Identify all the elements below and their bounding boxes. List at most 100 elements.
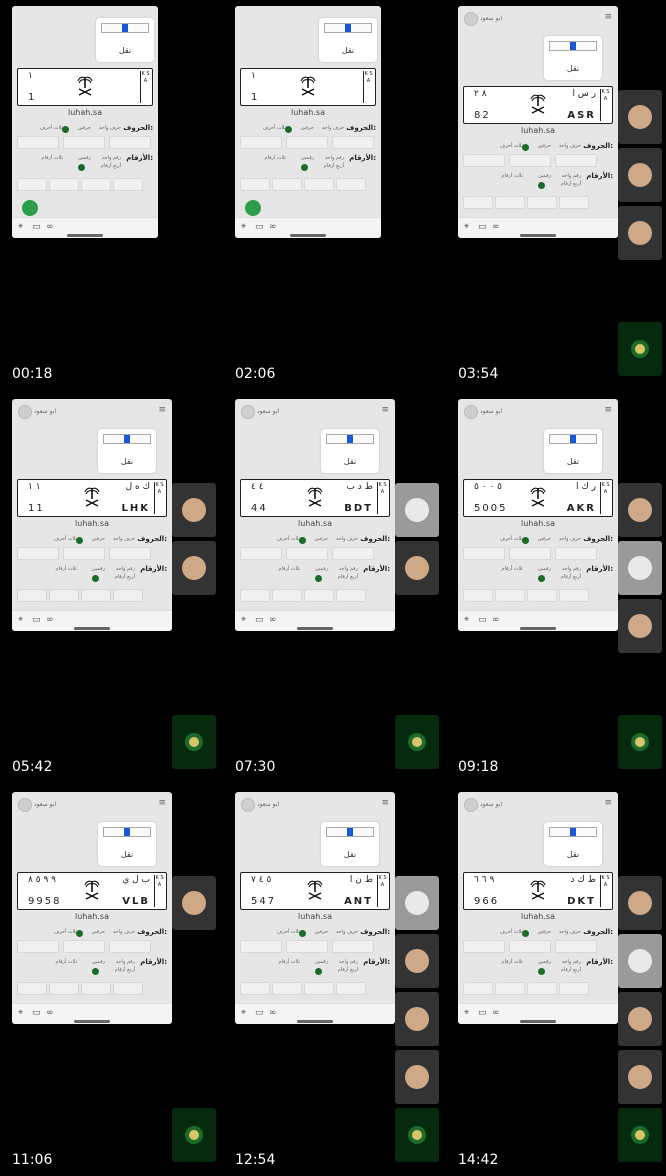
number-input[interactable] [240, 178, 270, 191]
site-link[interactable]: luhah.sa [12, 108, 158, 117]
option-four-numbers[interactable]: أربع أرقام [338, 574, 358, 580]
number-input[interactable] [272, 589, 302, 602]
participant-video[interactable] [395, 992, 439, 1046]
letter-input[interactable] [17, 136, 59, 149]
option-two-letters[interactable]: حرفين [77, 125, 91, 131]
option-three-letters[interactable]: ثلاث أحرف [54, 536, 77, 542]
letter-input[interactable] [109, 940, 151, 953]
option-two-letters[interactable]: حرفين [300, 125, 314, 131]
letter-input[interactable] [463, 154, 505, 167]
participant-video[interactable] [172, 483, 216, 537]
number-input[interactable] [240, 982, 270, 995]
participant-video[interactable] [172, 876, 216, 930]
link-icon[interactable]: ∞ [46, 615, 54, 625]
link-icon[interactable]: ∞ [492, 1008, 500, 1018]
number-input[interactable] [463, 589, 493, 602]
participant-video[interactable] [395, 483, 439, 537]
transfer-card[interactable]: نقل [544, 36, 602, 80]
number-input[interactable] [527, 982, 557, 995]
link-icon[interactable]: ∞ [492, 615, 500, 625]
option-two-letters[interactable]: حرفين [314, 536, 328, 542]
participant-video[interactable] [618, 876, 662, 930]
option-one-number[interactable]: رقم واحد [102, 155, 121, 161]
participant-video[interactable] [395, 876, 439, 930]
option-one-number[interactable]: رقم واحد [325, 155, 344, 161]
letter-input[interactable] [240, 136, 282, 149]
letter-input[interactable] [286, 547, 328, 560]
transfer-card[interactable]: نقل [544, 429, 602, 473]
option-one-letter[interactable]: حرف واحد [559, 929, 581, 935]
user-avatar[interactable] [464, 12, 478, 26]
number-input[interactable] [17, 178, 47, 191]
option-three-letters[interactable]: ثلاث أحرف [277, 536, 300, 542]
user-name[interactable]: ابو سعود [480, 408, 502, 415]
option-three-numbers[interactable]: ثلاث أرقام [279, 566, 300, 572]
letter-input[interactable] [463, 940, 505, 953]
number-input[interactable] [272, 982, 302, 995]
site-link[interactable]: luhah.sa [235, 108, 381, 117]
user-avatar[interactable] [18, 798, 32, 812]
option-one-number[interactable]: رقم واحد [562, 566, 581, 572]
option-one-number[interactable]: رقم واحد [562, 959, 581, 965]
location-icon[interactable]: ⌖ [464, 615, 469, 625]
card-icon[interactable]: ▭ [478, 615, 487, 625]
site-link[interactable]: luhah.sa [458, 519, 618, 528]
link-icon[interactable]: ∞ [269, 615, 277, 625]
participant-video[interactable] [618, 206, 662, 260]
option-three-letters[interactable]: ثلاث أحرف [277, 929, 300, 935]
option-two-numbers[interactable]: رقمين [315, 566, 328, 572]
option-one-letter[interactable]: حرف واحد [559, 143, 581, 149]
site-link[interactable]: luhah.sa [458, 912, 618, 921]
option-one-number[interactable]: رقم واحد [562, 173, 581, 179]
option-two-numbers[interactable]: رقمين [538, 173, 551, 179]
letter-input[interactable] [555, 547, 597, 560]
location-icon[interactable]: ⌖ [241, 222, 246, 232]
number-input[interactable] [113, 589, 143, 602]
option-two-letters[interactable]: حرفين [537, 536, 551, 542]
user-avatar[interactable] [464, 798, 478, 812]
user-avatar[interactable] [241, 405, 255, 419]
site-link[interactable]: luhah.sa [235, 912, 395, 921]
letter-input[interactable] [509, 547, 551, 560]
location-icon[interactable]: ⌖ [241, 615, 246, 625]
transfer-card[interactable]: نقل [319, 18, 377, 62]
letter-input[interactable] [63, 940, 105, 953]
option-two-numbers[interactable]: رقمين [92, 959, 105, 965]
card-icon[interactable]: ▭ [32, 615, 41, 625]
link-icon[interactable]: ∞ [46, 222, 54, 232]
number-input[interactable] [17, 982, 47, 995]
option-three-numbers[interactable]: ثلاث أرقام [502, 959, 523, 965]
letter-input[interactable] [109, 547, 151, 560]
option-four-numbers[interactable]: أربع أرقام [561, 181, 581, 187]
user-name[interactable]: ابو سعود [480, 15, 502, 22]
option-three-numbers[interactable]: ثلاث أرقام [265, 155, 286, 161]
participant-video[interactable] [618, 483, 662, 537]
participant-video[interactable] [618, 148, 662, 202]
number-input[interactable] [17, 589, 47, 602]
option-four-numbers[interactable]: أربع أرقام [338, 967, 358, 973]
card-icon[interactable]: ▭ [478, 222, 487, 232]
option-one-letter[interactable]: حرف واحد [113, 536, 135, 542]
option-two-numbers[interactable]: رقمين [301, 155, 314, 161]
option-four-numbers[interactable]: أربع أرقام [561, 967, 581, 973]
letter-input[interactable] [17, 547, 59, 560]
number-input[interactable] [336, 982, 366, 995]
user-name[interactable]: ابو سعود [257, 408, 279, 415]
number-input[interactable] [463, 982, 493, 995]
participant-video[interactable] [395, 1050, 439, 1104]
user-name[interactable]: ابو سعود [34, 801, 56, 808]
site-link[interactable]: luhah.sa [12, 519, 172, 528]
location-icon[interactable]: ⌖ [18, 222, 23, 232]
letter-input[interactable] [555, 940, 597, 953]
option-three-letters[interactable]: ثلاث أحرف [40, 125, 63, 131]
option-three-numbers[interactable]: ثلاث أرقام [56, 566, 77, 572]
card-icon[interactable]: ▭ [32, 1008, 41, 1018]
number-input[interactable] [559, 196, 589, 209]
option-one-letter[interactable]: حرف واحد [113, 929, 135, 935]
menu-icon[interactable]: ≡ [604, 405, 612, 415]
link-icon[interactable]: ∞ [492, 222, 500, 232]
option-four-numbers[interactable]: أربع أرقام [115, 967, 135, 973]
user-avatar[interactable] [18, 405, 32, 419]
link-icon[interactable]: ∞ [46, 1008, 54, 1018]
card-icon[interactable]: ▭ [478, 1008, 487, 1018]
